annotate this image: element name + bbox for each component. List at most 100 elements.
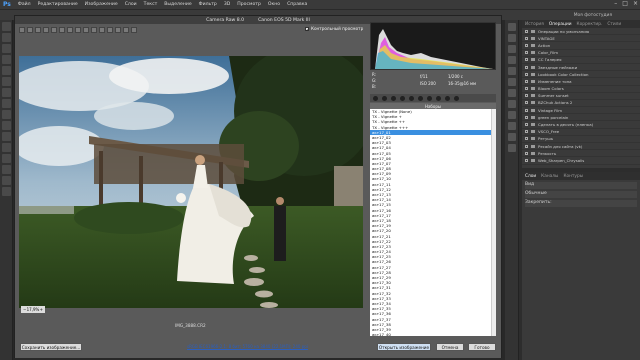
zoom-in-icon[interactable]: +: [40, 307, 43, 312]
menu-select[interactable]: Выделение: [164, 2, 191, 7]
actions-panel-icon[interactable]: [507, 34, 516, 42]
checkbox-icon[interactable]: [525, 79, 528, 83]
action-set-row[interactable]: VINTAGE: [522, 35, 640, 43]
styles-panel-icon[interactable]: [507, 56, 516, 64]
checkbox-icon[interactable]: [525, 158, 528, 162]
properties-panel-icon[interactable]: [507, 122, 516, 130]
checkbox-icon[interactable]: [525, 58, 528, 62]
checkbox-icon[interactable]: [525, 115, 528, 119]
hsl-panel-icon[interactable]: [400, 95, 405, 101]
lock-controls[interactable]: Закрепить:: [525, 200, 637, 207]
navigator-panel-icon[interactable]: [507, 144, 516, 152]
adjustment-brush-icon[interactable]: [91, 26, 97, 33]
checkbox-icon[interactable]: [525, 29, 528, 33]
brushes-panel-icon[interactable]: [507, 78, 516, 86]
action-set-row[interactable]: Ретушь: [522, 136, 640, 143]
camera-calibration-panel-icon[interactable]: [436, 95, 441, 101]
crop-icon[interactable]: [59, 26, 65, 33]
tab-actions[interactable]: Операции: [549, 22, 572, 27]
menu-type[interactable]: Текст: [144, 2, 158, 7]
effects-panel-icon[interactable]: [427, 95, 432, 101]
cancel-button[interactable]: Отмена: [436, 343, 464, 351]
color-sampler-icon[interactable]: [43, 26, 49, 33]
brush-tool-icon[interactable]: [1, 99, 11, 108]
checkbox-icon[interactable]: [525, 123, 528, 127]
open-image-button[interactable]: Открыть изображение: [377, 343, 431, 351]
save-image-button[interactable]: Сохранить изображение...: [20, 343, 82, 351]
menu-3d[interactable]: 3D: [224, 2, 230, 7]
minimize-icon[interactable]: –: [614, 0, 617, 7]
action-set-row[interactable]: Lookbook Color Collection: [522, 71, 640, 79]
action-set-row[interactable]: Action: [522, 42, 640, 50]
stamp-tool-icon[interactable]: [1, 110, 11, 119]
presets-scrollbar[interactable]: [491, 109, 496, 337]
action-set-row[interactable]: Операции по умолчанию: [522, 28, 640, 36]
history-panel-icon[interactable]: [507, 23, 516, 31]
checkbox-icon[interactable]: [525, 94, 528, 98]
history-brush-tool-icon[interactable]: [1, 121, 11, 130]
checkbox-icon[interactable]: [525, 43, 528, 47]
checkbox-icon[interactable]: [525, 101, 528, 105]
swatches-panel-icon[interactable]: [507, 67, 516, 75]
marquee-tool-icon[interactable]: [1, 33, 11, 42]
tab-styles[interactable]: Стили: [607, 22, 621, 27]
zoom-dropdown[interactable]: − 17,9% +: [21, 306, 45, 313]
split-toning-panel-icon[interactable]: [409, 95, 414, 101]
zoom-icon[interactable]: [19, 26, 25, 33]
checkbox-icon[interactable]: [525, 87, 528, 91]
workflow-options-link[interactable]: sRGB IEC61966-2.1; 8 бит; 5760 на 3840 (…: [187, 344, 308, 349]
eraser-tool-icon[interactable]: [1, 132, 11, 141]
menu-layers[interactable]: Слои: [125, 2, 137, 7]
action-set-row[interactable]: Color_Film: [522, 50, 640, 57]
menu-window[interactable]: Окно: [268, 2, 280, 7]
preferences-icon[interactable]: [115, 26, 121, 33]
crop-tool-icon[interactable]: [1, 66, 11, 75]
graduated-filter-icon[interactable]: [99, 26, 105, 33]
tab-history[interactable]: История: [525, 22, 544, 27]
red-eye-icon[interactable]: [83, 26, 89, 33]
presets-panel-icon[interactable]: [445, 95, 450, 101]
checkbox-icon[interactable]: [525, 65, 528, 69]
done-button[interactable]: Готово: [468, 343, 496, 351]
checkbox-icon[interactable]: [525, 151, 528, 155]
maximize-icon[interactable]: □: [622, 0, 628, 7]
action-set-row[interactable]: green porcelain: [522, 114, 640, 122]
target-adjust-icon[interactable]: [51, 26, 57, 33]
snapshots-panel-icon[interactable]: [454, 95, 459, 101]
adjustments-panel-icon[interactable]: [507, 45, 516, 53]
character-panel-icon[interactable]: [507, 89, 516, 97]
basic-panel-icon[interactable]: [373, 95, 378, 101]
blend-mode-dropdown[interactable]: Обычные: [525, 191, 637, 198]
color-panel-icon[interactable]: [507, 133, 516, 141]
white-balance-icon[interactable]: [35, 26, 41, 33]
radial-filter-icon[interactable]: [107, 26, 113, 33]
checkbox-icon[interactable]: [525, 144, 528, 148]
lens-corrections-panel-icon[interactable]: [418, 95, 423, 101]
action-set-row[interactable]: Vintage Film: [522, 107, 640, 115]
menu-file[interactable]: Файл: [18, 2, 31, 7]
spot-removal-icon[interactable]: [75, 26, 81, 33]
gradient-tool-icon[interactable]: [1, 143, 11, 152]
menu-filter[interactable]: Фильтр: [199, 2, 217, 7]
detail-panel-icon[interactable]: [391, 95, 396, 101]
action-set-row[interactable]: Summer sunset: [522, 93, 640, 100]
type-tool-icon[interactable]: [1, 187, 11, 196]
rotate-right-icon[interactable]: [131, 26, 137, 33]
close-icon[interactable]: ×: [633, 0, 638, 7]
action-set-row[interactable]: Bloom Colors: [522, 86, 640, 93]
layer-filter-dropdown[interactable]: Вид: [525, 182, 637, 189]
tab-paths[interactable]: Контуры: [563, 174, 583, 179]
pen-tool-icon[interactable]: [1, 176, 11, 185]
checkbox-icon[interactable]: [525, 36, 528, 40]
action-set-row[interactable]: Сделать в десять (пленка): [522, 121, 640, 129]
image-preview[interactable]: [19, 56, 363, 308]
checkbox-icon[interactable]: [525, 51, 528, 55]
paragraph-panel-icon[interactable]: [507, 100, 516, 108]
menu-edit[interactable]: Редактирование: [38, 2, 78, 7]
eyedropper-tool-icon[interactable]: [1, 77, 11, 86]
rotate-left-icon[interactable]: [123, 26, 129, 33]
menu-help[interactable]: Справка: [287, 2, 307, 7]
checkbox-icon[interactable]: [525, 72, 528, 76]
action-set-row[interactable]: Резкость: [522, 150, 640, 158]
tab-channels[interactable]: Каналы: [541, 174, 558, 179]
